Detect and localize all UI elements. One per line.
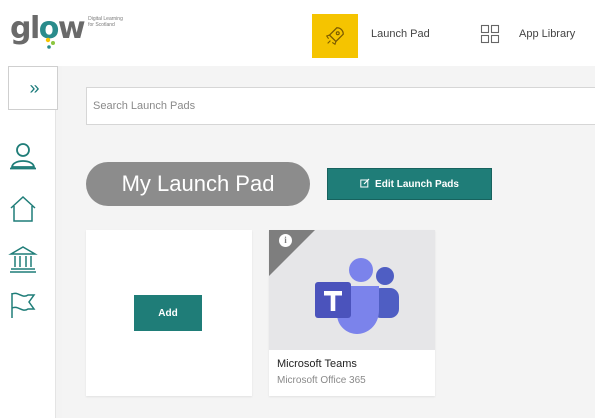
logo-wordmark: glow <box>10 14 86 49</box>
chevron-double-right-icon: » <box>29 77 39 98</box>
app-tile-publisher: Microsoft Office 365 <box>277 375 366 386</box>
search-box[interactable] <box>86 87 595 125</box>
launch-pad-nav-button[interactable] <box>312 14 358 58</box>
home-icon[interactable] <box>8 194 38 224</box>
expand-sidebar-button[interactable]: » <box>8 66 58 110</box>
left-rail <box>0 66 56 418</box>
app-library-icon[interactable] <box>480 24 500 44</box>
flag-icon[interactable] <box>8 290 38 320</box>
logo-tagline: Digital Learning for Scotland <box>88 16 123 28</box>
app-tile-name: Microsoft Teams <box>277 358 357 370</box>
user-icon[interactable] <box>8 140 38 170</box>
app-library-nav-label[interactable]: App Library <box>519 28 575 40</box>
glow-logo[interactable]: glow Digital Learning for Scotland <box>10 14 128 49</box>
launch-pad-nav-label[interactable]: Launch Pad <box>371 28 430 40</box>
institution-icon[interactable] <box>8 244 38 274</box>
edit-launch-pads-button[interactable]: Edit Launch Pads <box>327 168 492 200</box>
app-tile-teams[interactable]: i Microsoft Teams Microsoft Office 365 <box>269 230 435 396</box>
top-bar: glow Digital Learning for Scotland Launc… <box>0 0 595 66</box>
info-corner <box>269 230 315 276</box>
logo-dots-icon <box>45 37 55 49</box>
edit-icon <box>360 178 370 191</box>
edit-launch-pads-label: Edit Launch Pads <box>375 178 459 190</box>
info-icon[interactable]: i <box>279 234 292 247</box>
search-input[interactable] <box>87 88 595 124</box>
page-title: My Launch Pad <box>86 162 310 206</box>
rocket-icon <box>325 27 344 46</box>
add-button[interactable]: Add <box>134 295 202 331</box>
